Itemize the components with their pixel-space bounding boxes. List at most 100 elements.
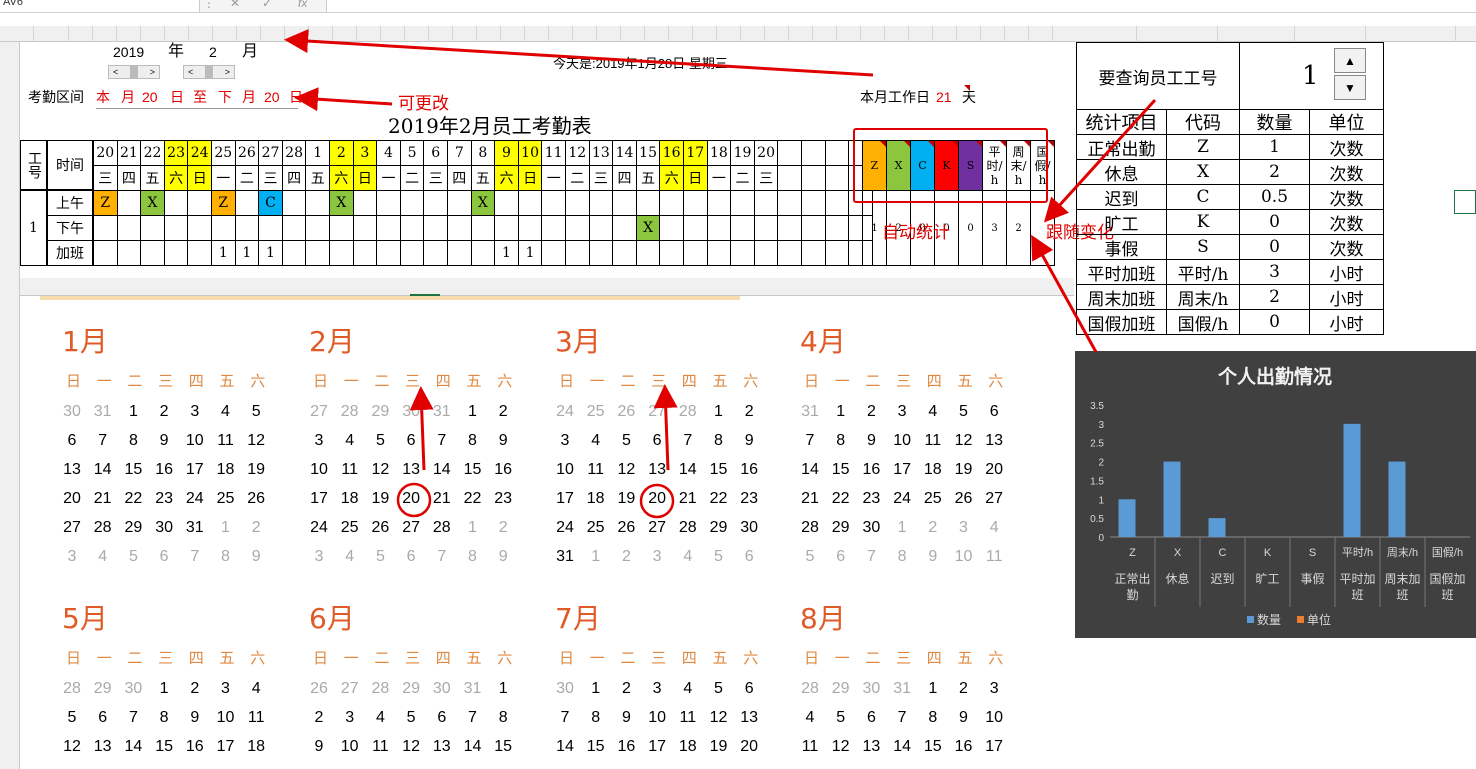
attendance-cell[interactable] [352, 215, 378, 241]
calendar-day[interactable]: 30 [427, 681, 457, 697]
calendar-day[interactable]: 15 [918, 739, 948, 755]
calendar-day[interactable]: 1 [826, 404, 856, 420]
calendar-column-cell[interactable] [379, 278, 410, 296]
calendar-day[interactable]: 20 [642, 491, 672, 507]
attendance-cell[interactable] [376, 240, 401, 266]
calendar-day[interactable]: 31 [795, 404, 825, 420]
attendance-cell[interactable] [541, 215, 566, 241]
calendar-day[interactable]: 27 [979, 491, 1009, 507]
calendar-day[interactable]: 5 [611, 433, 641, 449]
calendar-day[interactable]: 26 [365, 520, 395, 536]
column-header-cell[interactable] [1137, 26, 1218, 42]
calendar-day[interactable]: 5 [396, 710, 426, 726]
column-header-cell[interactable] [909, 26, 933, 42]
calendar-day[interactable]: 14 [427, 462, 457, 478]
calendar-day[interactable]: 8 [488, 710, 518, 726]
attendance-cell[interactable] [234, 190, 260, 216]
calendar-day[interactable]: 12 [704, 710, 734, 726]
attendance-cell[interactable] [659, 215, 684, 241]
calendar-day[interactable]: 9 [734, 433, 764, 449]
calendar-column-cell[interactable] [256, 278, 287, 296]
calendar-day[interactable]: 16 [488, 462, 518, 478]
right-arrow-icon[interactable]: > [225, 66, 230, 78]
attendance-cell[interactable] [730, 215, 755, 241]
attendance-cell[interactable] [116, 240, 142, 266]
calendar-day[interactable]: 14 [550, 739, 580, 755]
attendance-cell[interactable] [258, 215, 283, 241]
attendance-cell[interactable] [423, 190, 448, 216]
calendar-day[interactable]: 6 [88, 710, 118, 726]
calendar-day[interactable]: 15 [826, 462, 856, 478]
calendar-day[interactable]: 19 [949, 462, 979, 478]
attendance-cell[interactable] [470, 215, 496, 241]
column-header-cell[interactable] [573, 26, 597, 42]
attendance-cell[interactable] [612, 240, 637, 266]
calendar-day[interactable]: 7 [88, 433, 118, 449]
calendar-day[interactable]: 14 [795, 462, 825, 478]
attendance-cell[interactable] [163, 190, 189, 216]
calendar-column-cell[interactable] [1026, 278, 1057, 296]
attendance-cell[interactable] [447, 240, 472, 266]
attendance-cell[interactable] [234, 215, 260, 241]
calendar-day[interactable]: 2 [918, 520, 948, 536]
calendar-column-cell[interactable] [348, 278, 379, 296]
calendar-day[interactable]: 8 [581, 710, 611, 726]
calendar-column-cell[interactable] [687, 278, 718, 296]
calendar-day[interactable]: 6 [149, 549, 179, 565]
right-arrow-icon[interactable]: > [150, 66, 155, 78]
calendar-day[interactable]: 28 [365, 681, 395, 697]
calendar-day[interactable]: 29 [704, 520, 734, 536]
calendar-day[interactable]: 2 [856, 404, 886, 420]
attendance-cell[interactable] [683, 240, 708, 266]
calendar-day[interactable]: 17 [642, 739, 672, 755]
column-header-cell[interactable] [20, 26, 34, 42]
calendar-day[interactable]: 12 [365, 462, 395, 478]
employee-spinner[interactable]: ▲ ▼ [1334, 48, 1366, 102]
calendar-day[interactable]: 12 [241, 433, 271, 449]
calendar-day[interactable]: 2 [149, 404, 179, 420]
attendance-cell[interactable] [730, 190, 755, 216]
left-arrow-icon[interactable]: < [113, 66, 118, 78]
attendance-cell[interactable] [635, 190, 661, 216]
calendar-day[interactable]: 23 [488, 491, 518, 507]
column-header-cell[interactable] [189, 26, 213, 42]
calendar-day[interactable]: 1 [458, 520, 488, 536]
calendar-day[interactable]: 5 [241, 404, 271, 420]
calendar-day[interactable]: 9 [304, 739, 334, 755]
calendar-day[interactable]: 2 [304, 710, 334, 726]
calendar-day[interactable]: 6 [979, 404, 1009, 420]
calendar-day[interactable]: 4 [335, 433, 365, 449]
calendar-day[interactable]: 11 [918, 433, 948, 449]
attendance-mark[interactable]: C [258, 190, 283, 216]
calendar-day[interactable]: 9 [149, 433, 179, 449]
calendar-day[interactable]: 1 [704, 404, 734, 420]
attendance-cell[interactable] [281, 240, 307, 266]
calendar-day[interactable]: 4 [795, 710, 825, 726]
attendance-cell[interactable] [777, 240, 802, 266]
calendar-day[interactable]: 9 [949, 710, 979, 726]
calendar-day[interactable]: 7 [795, 433, 825, 449]
calendar-day[interactable]: 29 [118, 520, 148, 536]
attendance-cell[interactable] [683, 215, 708, 241]
calendar-day[interactable]: 9 [611, 710, 641, 726]
attendance-mark[interactable]: X [470, 190, 496, 216]
calendar-day[interactable]: 1 [581, 681, 611, 697]
name-box[interactable]: AV6 [0, 0, 200, 12]
calendar-day[interactable]: 17 [304, 491, 334, 507]
calendar-day[interactable]: 31 [458, 681, 488, 697]
calendar-day[interactable]: 11 [795, 739, 825, 755]
calendar-day[interactable]: 8 [826, 433, 856, 449]
calendar-day[interactable]: 21 [427, 491, 457, 507]
attendance-cell[interactable] [541, 190, 566, 216]
calendar-day[interactable]: 24 [304, 520, 334, 536]
calendar-day[interactable]: 19 [365, 491, 395, 507]
attendance-mark[interactable]: X [329, 190, 354, 216]
calendar-day[interactable]: 28 [795, 520, 825, 536]
calendar-day[interactable]: 22 [458, 491, 488, 507]
calendar-day[interactable]: 10 [887, 433, 917, 449]
calendar-day[interactable]: 24 [550, 404, 580, 420]
calendar-day[interactable]: 26 [949, 491, 979, 507]
calendar-column-cell[interactable] [594, 278, 625, 296]
calendar-day[interactable]: 18 [918, 462, 948, 478]
calendar-day[interactable]: 29 [88, 681, 118, 697]
